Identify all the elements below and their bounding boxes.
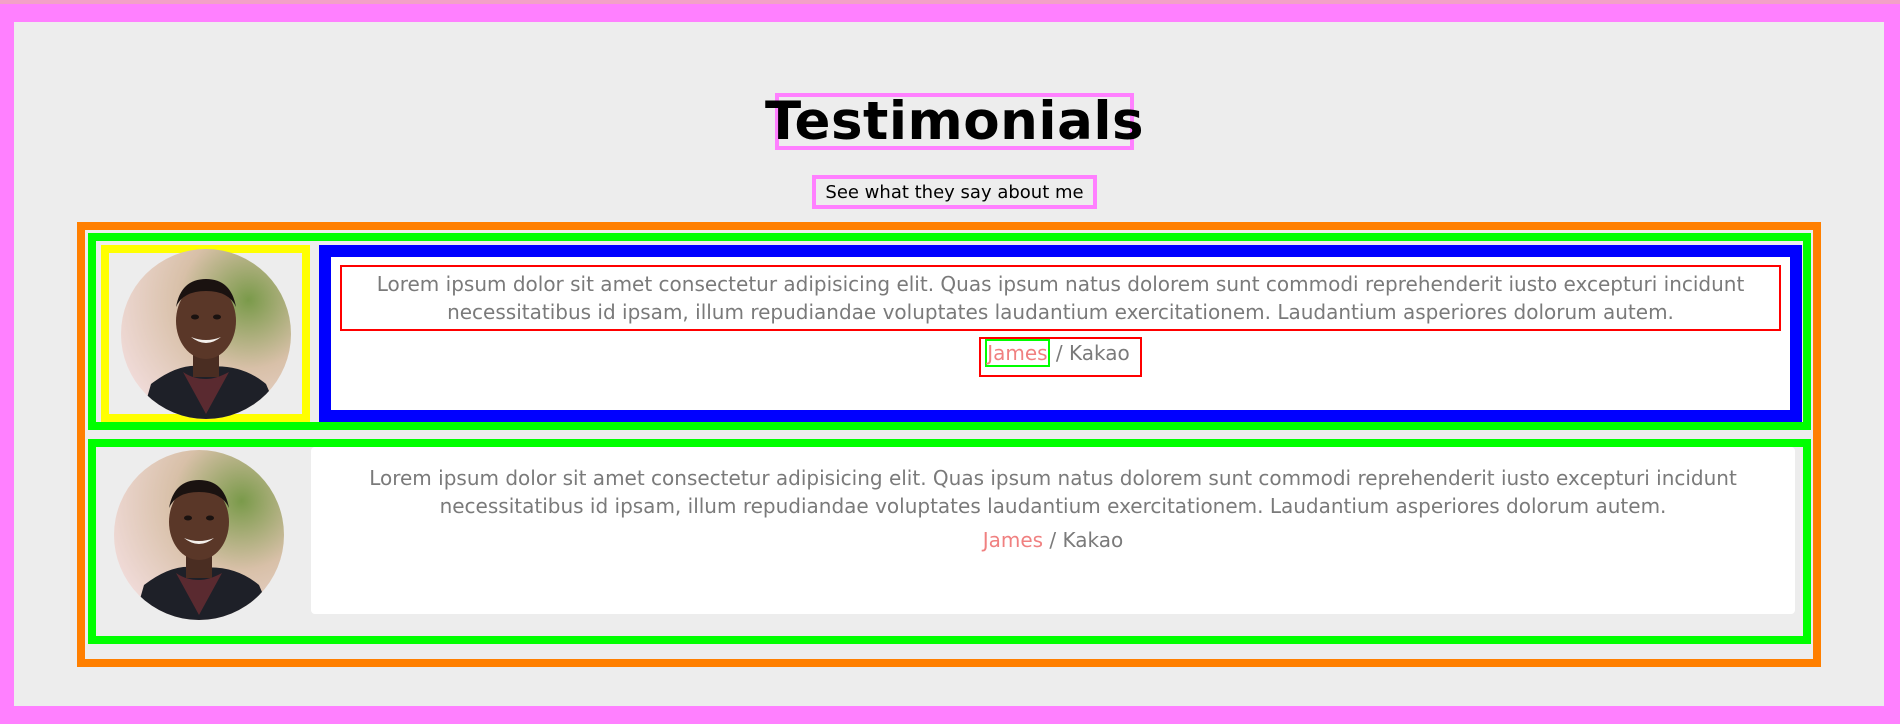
author-name: James xyxy=(985,339,1050,367)
testimonial-list: Lorem ipsum dolor sit amet consectetur a… xyxy=(77,222,1821,667)
author-company: Kakao xyxy=(1069,341,1130,365)
avatar xyxy=(120,248,291,419)
page-title: Testimonials xyxy=(764,91,1145,152)
page-container: Testimonials See what they say about me xyxy=(14,22,1884,706)
testimonial-item: Lorem ipsum dolor sit amet consectetur a… xyxy=(88,233,1811,430)
author-company: Kakao xyxy=(1062,528,1124,552)
testimonial-card: Lorem ipsum dolor sit amet consectetur a… xyxy=(319,245,1802,422)
author-separator: / xyxy=(1049,341,1070,365)
testimonial-author: James / Kakao xyxy=(311,527,1795,553)
testimonial-quote: Lorem ipsum dolor sit amet consectetur a… xyxy=(340,265,1781,331)
testimonial-author-line: James / Kakao xyxy=(983,527,1124,553)
author-separator: / xyxy=(1043,528,1063,552)
page-subtitle: See what they say about me xyxy=(825,181,1084,203)
testimonial-item: Lorem ipsum dolor sit amet consectetur a… xyxy=(88,439,1811,644)
testimonial-photo-wrapper xyxy=(96,447,301,622)
top-divider xyxy=(0,0,1900,4)
testimonial-photo-wrapper xyxy=(101,245,310,422)
testimonial-author-line: James / Kakao xyxy=(979,337,1142,377)
author-name: James xyxy=(982,528,1044,552)
testimonial-card: Lorem ipsum dolor sit amet consectetur a… xyxy=(311,447,1795,614)
testimonial-author: James / Kakao xyxy=(331,337,1790,377)
testimonial-quote: Lorem ipsum dolor sit amet consectetur a… xyxy=(369,466,1737,518)
avatar xyxy=(113,449,284,620)
page-subtitle-wrapper: See what they say about me xyxy=(812,175,1097,209)
page-title-wrapper: Testimonials xyxy=(765,93,1144,150)
